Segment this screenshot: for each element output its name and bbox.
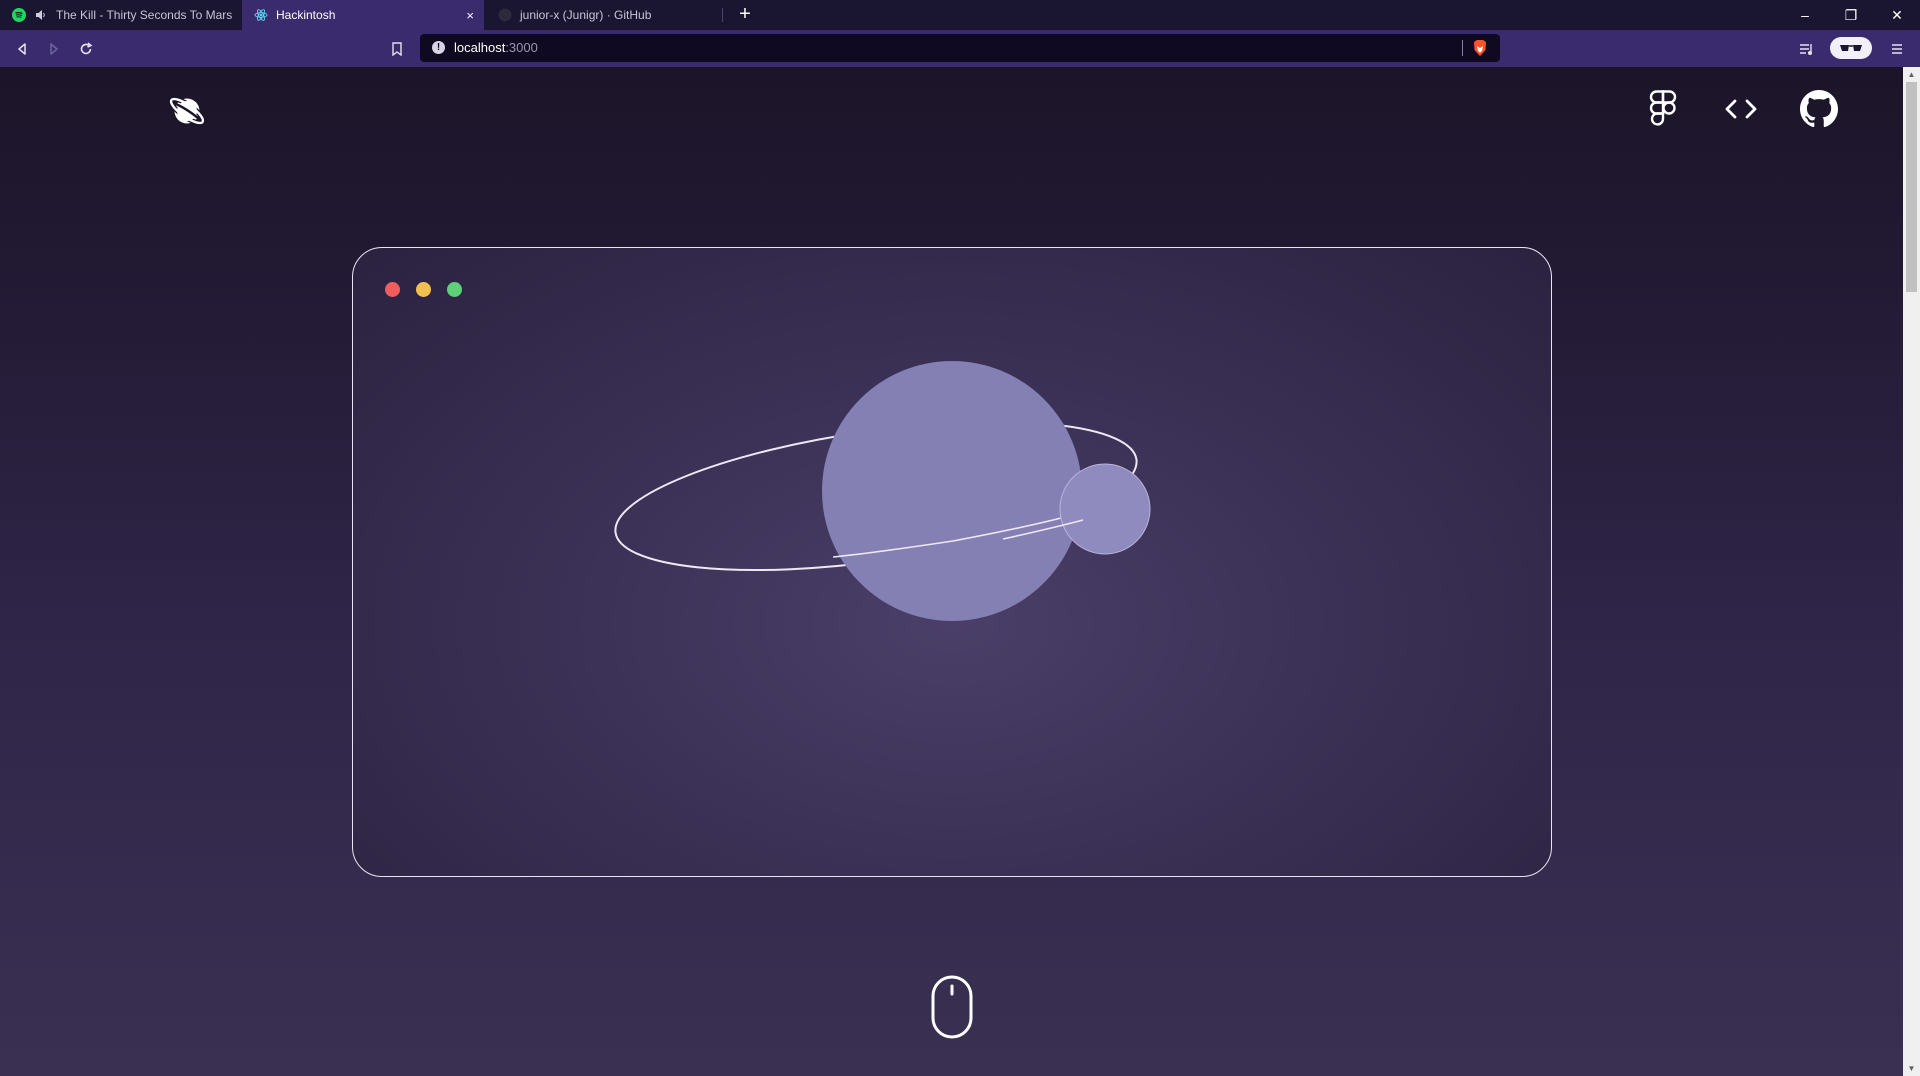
planet-logo-icon[interactable] bbox=[167, 91, 207, 131]
site-info-icon[interactable]: ! bbox=[432, 41, 445, 54]
tab-spotify[interactable]: The Kill - Thirty Seconds To Mars bbox=[0, 0, 242, 30]
tab-hackintosh[interactable]: Hackintosh × bbox=[242, 0, 484, 30]
restore-button[interactable]: ❐ bbox=[1828, 0, 1874, 30]
brave-shields-icon[interactable] bbox=[1472, 39, 1488, 57]
playlist-icon[interactable] bbox=[1796, 38, 1818, 60]
scroll-up-arrow-icon[interactable]: ▲ bbox=[1903, 67, 1920, 82]
url-divider bbox=[1462, 40, 1463, 56]
code-brackets-icon[interactable] bbox=[1719, 87, 1763, 131]
minimize-button[interactable]: – bbox=[1782, 0, 1828, 30]
back-icon[interactable] bbox=[11, 38, 33, 60]
github-icon[interactable] bbox=[1797, 87, 1841, 131]
forward-icon[interactable] bbox=[43, 38, 65, 60]
page-content bbox=[0, 67, 1903, 1076]
url-text[interactable]: localhost:3000 bbox=[454, 40, 538, 55]
spotify-icon bbox=[12, 8, 26, 22]
scroll-down-arrow-icon[interactable]: ▼ bbox=[1903, 1061, 1920, 1076]
tab-label: Hackintosh bbox=[276, 8, 336, 22]
browser-toolbar: ! localhost:3000 bbox=[0, 30, 1920, 67]
reload-icon[interactable] bbox=[75, 38, 97, 60]
address-bar[interactable]: ! localhost:3000 bbox=[420, 34, 1500, 62]
speaker-icon[interactable] bbox=[34, 8, 48, 22]
vpn-glasses-icon[interactable] bbox=[1830, 37, 1872, 59]
tab-github[interactable]: junior-x (Junigr) · GitHub bbox=[486, 0, 722, 30]
github-icon bbox=[498, 8, 512, 22]
new-tab-button[interactable]: + bbox=[733, 3, 757, 26]
main-planet bbox=[822, 361, 1082, 621]
tab-label: junior-x (Junigr) · GitHub bbox=[520, 8, 652, 22]
tab-bar: The Kill - Thirty Seconds To Mars Hackin… bbox=[0, 0, 1920, 30]
figma-icon[interactable] bbox=[1641, 87, 1685, 131]
tab-label: The Kill - Thirty Seconds To Mars bbox=[56, 8, 233, 22]
tab-separator bbox=[722, 8, 723, 22]
react-icon bbox=[254, 8, 268, 22]
close-tab-icon[interactable]: × bbox=[466, 8, 474, 23]
menu-icon[interactable] bbox=[1886, 38, 1908, 60]
mouse-icon bbox=[930, 975, 974, 1039]
scroll-thumb[interactable] bbox=[1906, 82, 1917, 292]
illustration-window bbox=[352, 247, 1552, 877]
moon bbox=[1059, 463, 1151, 555]
close-window-button[interactable]: ✕ bbox=[1874, 0, 1920, 30]
bookmark-icon[interactable] bbox=[386, 38, 408, 60]
planet-illustration bbox=[614, 361, 1151, 621]
